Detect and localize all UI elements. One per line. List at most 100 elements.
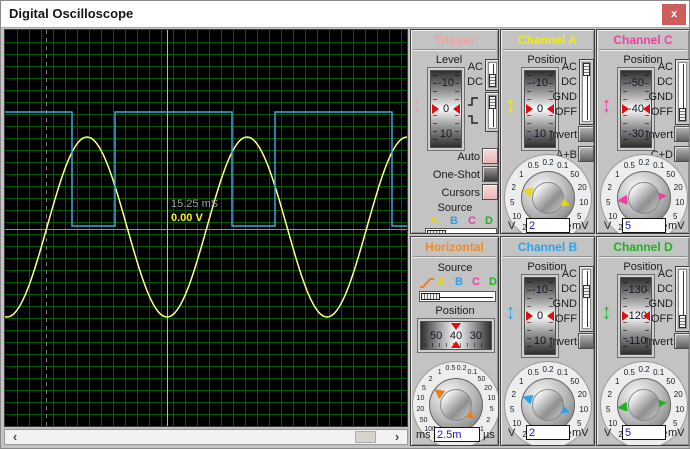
trigger-cursors-label: Cursors: [441, 187, 480, 199]
volts-unit-left: V: [604, 220, 612, 232]
channel-title: Channel C: [613, 33, 673, 47]
knob-scale-label: 10: [416, 395, 425, 403]
trigger-source-b-label: B: [450, 215, 458, 227]
trigger-auto-button[interactable]: [482, 148, 498, 164]
invert-button[interactable]: [674, 126, 689, 142]
panel-channel-c: Channel C Position -50 -40 -30 ↕ AC DC G…: [596, 29, 689, 234]
switch-handle[interactable]: [679, 315, 686, 328]
scrollbar-right-arrow-icon[interactable]: ›: [389, 430, 405, 444]
scrollbar-left-arrow-icon[interactable]: ‹: [7, 430, 23, 444]
horizontal-position-label: Position: [435, 305, 475, 317]
trigger-source-slider-handle[interactable]: [427, 230, 446, 233]
svg-text:0.00 V: 0.00 V: [171, 212, 203, 224]
switch-handle[interactable]: [679, 108, 686, 121]
switch-handle[interactable]: [583, 63, 590, 76]
sum-button[interactable]: [674, 146, 689, 162]
scale-value-input[interactable]: [622, 218, 666, 233]
scale-tick-label: 0: [536, 309, 544, 322]
scrollbar-thumb[interactable]: [355, 431, 376, 443]
switch-handle[interactable]: [489, 96, 496, 109]
trigger-title: Trigger: [434, 33, 475, 47]
channel-title: Channel D: [613, 240, 673, 254]
knob-scale-label: 1: [519, 376, 524, 386]
volts-unit-right: mV: [572, 427, 589, 439]
knob-cap[interactable]: [628, 389, 660, 421]
scale-value-input[interactable]: [526, 425, 570, 440]
knob-cap[interactable]: [628, 182, 660, 214]
trigger-source-c-label: C: [468, 215, 476, 227]
switch-handle[interactable]: [583, 285, 590, 298]
invert-button[interactable]: [578, 333, 594, 349]
coupling-switch[interactable]: [579, 59, 594, 125]
trigger-coupling-switch[interactable]: [485, 59, 498, 91]
knob-scale-label: 0.1: [557, 368, 569, 378]
invert-label: Invert: [549, 336, 577, 348]
invert-button[interactable]: [578, 126, 594, 142]
panel-trigger: Trigger Level -10 0 10 ↕ AC DC Auto One-…: [410, 29, 499, 234]
switch-handle[interactable]: [489, 74, 496, 87]
volts-unit-left: V: [508, 220, 516, 232]
panel-channel-b: Channel B Position -10 0 10 ↕ AC DC GND …: [500, 236, 595, 446]
volts-unit-right: mV: [668, 427, 685, 439]
scale-value-input[interactable]: [622, 425, 666, 440]
sum-button[interactable]: [578, 146, 594, 162]
channel-position-drag-arrow-icon[interactable]: ↕: [602, 301, 611, 323]
knob-scale-label: 50: [477, 375, 486, 383]
falling-edge-icon: [468, 115, 478, 124]
knob-scale-label: 20: [673, 182, 683, 192]
channel-position-drag-arrow-icon[interactable]: ↕: [602, 94, 611, 116]
knob-scale-label: 2: [511, 182, 516, 192]
knob-scale-label: 20: [484, 384, 492, 392]
coupling-ac-label: AC: [561, 268, 577, 280]
coupling-ac-label: AC: [561, 61, 577, 73]
horizontal-title: Horizontal: [425, 240, 484, 254]
horizontal-source-slider[interactable]: [419, 291, 496, 302]
knob-cap[interactable]: [532, 182, 564, 214]
oscilloscope-window: Digital Oscilloscope x 15.25 mS 0.00 V ‹ …: [0, 0, 690, 449]
channel-title: Channel B: [517, 240, 578, 254]
volts-unit-right: mV: [572, 220, 589, 232]
knob-scale-label: 2: [511, 389, 516, 399]
trigger-cursors-button[interactable]: [482, 184, 498, 200]
divider: [599, 49, 687, 51]
knob-scale-label: 10: [675, 404, 685, 414]
knob-scale-label: 0.1: [653, 161, 665, 171]
scale-marker-left-icon: [622, 104, 629, 114]
channel-position-drag-arrow-icon[interactable]: ↕: [506, 94, 515, 116]
knob-scale-label: 0.1: [557, 161, 569, 171]
knob-scale-label: 50: [570, 169, 580, 179]
scale-tick-label: 10: [533, 128, 547, 140]
horizontal-source-slider-handle[interactable]: [421, 293, 440, 300]
titlebar: Digital Oscilloscope x: [1, 1, 689, 28]
horizontal-source-c-label: C: [472, 276, 480, 288]
coupling-switch[interactable]: [579, 266, 594, 332]
knob-cap[interactable]: [532, 389, 564, 421]
coupling-switch[interactable]: [675, 59, 689, 125]
knob-scale-label: 10: [579, 197, 589, 207]
scale-value-input[interactable]: [526, 218, 570, 233]
invert-label: Invert: [549, 129, 577, 141]
horizontal-source-a-label: A: [437, 276, 445, 288]
divider: [413, 256, 496, 258]
scale-marker-top-icon: [451, 323, 461, 330]
knob-scale-label: 10: [579, 404, 589, 414]
display-scrollbar[interactable]: ‹ ›: [4, 429, 408, 445]
scale-marker-right-icon: [643, 311, 650, 321]
knob-scale-label: 5: [509, 404, 515, 414]
close-button[interactable]: x: [662, 4, 686, 25]
divider: [413, 49, 496, 51]
invert-button[interactable]: [674, 333, 689, 349]
scope-canvas: 15.25 mS 0.00 V: [4, 30, 408, 426]
coupling-switch[interactable]: [675, 266, 689, 332]
trigger-oneshot-button[interactable]: [482, 166, 498, 182]
channel-position-drag-arrow-icon[interactable]: ↕: [506, 301, 515, 323]
timebase-value-input[interactable]: [434, 427, 480, 442]
trigger-source-slider[interactable]: [425, 228, 497, 233]
trigger-level-drag-arrow-icon[interactable]: ↕: [413, 94, 422, 116]
knob-scale-label: 2: [428, 375, 433, 383]
trigger-edge-switch[interactable]: [485, 92, 498, 132]
svg-text:15.25 mS: 15.25 mS: [171, 198, 218, 210]
trigger-coupling-ac-label: AC: [467, 61, 483, 73]
knob-scale-label: 20: [577, 182, 587, 192]
scope-display[interactable]: 15.25 mS 0.00 V: [4, 29, 408, 427]
